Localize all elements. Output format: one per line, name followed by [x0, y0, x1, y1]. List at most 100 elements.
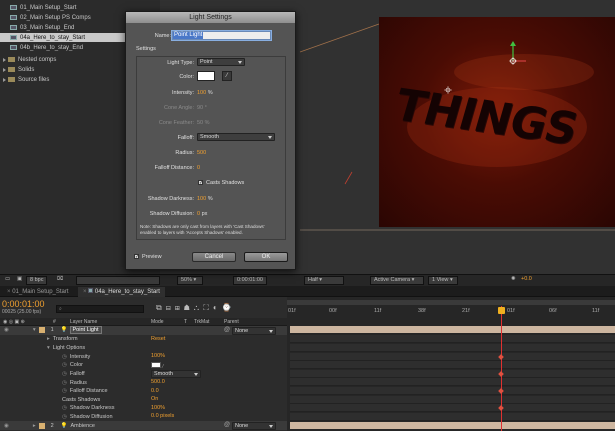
- current-time-indicator[interactable]: [501, 306, 502, 431]
- composition-icon: [10, 5, 17, 10]
- expand-triangle-icon[interactable]: ▾: [47, 345, 50, 351]
- property-row-color[interactable]: ◷ Color: [0, 361, 287, 370]
- property-row-falloff-distance[interactable]: ◷ Falloff Distance: [0, 387, 287, 396]
- resolution-dropdown[interactable]: Half ▾: [304, 276, 344, 285]
- property-row-shadow-diffusion[interactable]: ◷ Shadow Diffusion: [0, 413, 287, 422]
- light-gizmo-icon[interactable]: [500, 40, 530, 70]
- color-label: Color:: [179, 74, 194, 80]
- bpc-button[interactable]: 8 bpc: [26, 276, 48, 285]
- visibility-eye-icon[interactable]: ◉: [4, 327, 9, 333]
- work-area-bar[interactable]: [287, 300, 615, 305]
- property-row-casts-shadows[interactable]: Casts Shadows: [0, 396, 287, 405]
- cancel-button[interactable]: Cancel: [192, 252, 236, 262]
- timeline-search-input[interactable]: ⌕: [56, 305, 144, 313]
- chevron-down-icon: [268, 136, 272, 139]
- timeline-timecode[interactable]: 0:00:01:00: [2, 299, 45, 309]
- zoom-dropdown[interactable]: 50% ▾: [177, 276, 203, 285]
- parent-dropdown[interactable]: None: [232, 327, 276, 335]
- layer-duration-bar[interactable]: [290, 326, 615, 333]
- light-layer-icon: 💡: [60, 327, 68, 334]
- mode-header: Mode: [151, 319, 164, 325]
- property-row-shadow-darkness[interactable]: ◷ Shadow Darkness: [0, 404, 287, 413]
- property-row-falloff[interactable]: ◷ Falloff: [0, 370, 287, 379]
- shadow-diffusion-value[interactable]: 0.0 pixels: [151, 413, 174, 419]
- falloff-dropdown[interactable]: Smooth: [151, 370, 201, 378]
- ok-button[interactable]: OK: [244, 252, 288, 262]
- anchor-point-icon[interactable]: [444, 86, 452, 94]
- cone-feather-value: 50 %: [197, 120, 210, 126]
- camera-dropdown[interactable]: Active Camera ▾: [370, 276, 424, 285]
- stopwatch-icon[interactable]: ◷: [62, 380, 67, 386]
- transform-reset-link[interactable]: Reset: [151, 336, 165, 342]
- color-swatch[interactable]: [197, 71, 215, 81]
- shadow-darkness-value[interactable]: 100 %: [197, 196, 213, 202]
- transform-group-row[interactable]: ▸ Transform: [0, 335, 287, 344]
- casts-shadows-checkbox[interactable]: ✓: [198, 180, 203, 186]
- timeline-tabs: × 01_Main Setup_Start × 04a_Here_to_stay…: [0, 286, 615, 297]
- close-icon[interactable]: ×: [7, 289, 11, 295]
- label-color-swatch[interactable]: [38, 327, 45, 334]
- stopwatch-icon[interactable]: ◷: [62, 388, 67, 394]
- parent-pickwhip-icon[interactable]: @: [224, 327, 230, 333]
- timeline-switches-toolbar[interactable]: ⧉⊟⊞☗⛬⛶◐⌚: [156, 303, 284, 315]
- search-icon: ⌕: [59, 306, 62, 312]
- layer-name-header[interactable]: Layer Name: [70, 319, 97, 325]
- trash-icon[interactable]: ⌧: [54, 276, 66, 285]
- light-options-group-row[interactable]: ▾ Light Options: [0, 344, 287, 353]
- visibility-eye-icon[interactable]: ◉: [4, 423, 9, 429]
- playhead-handle[interactable]: [498, 307, 505, 314]
- light-type-label: Light Type:: [167, 60, 194, 66]
- parent-dropdown[interactable]: None: [232, 422, 276, 430]
- exposure-value[interactable]: +0.0: [518, 276, 535, 285]
- radius-value[interactable]: 500: [197, 150, 206, 156]
- property-track: [290, 387, 615, 395]
- shadow-darkness-value[interactable]: 100%: [151, 405, 165, 411]
- new-folder-icon[interactable]: ▭: [2, 276, 13, 285]
- falloff-distance-value[interactable]: 0.0: [151, 388, 159, 394]
- label-color-swatch[interactable]: [38, 422, 45, 429]
- color-swatch[interactable]: ⁄: [151, 362, 164, 370]
- stopwatch-icon[interactable]: ◷: [62, 405, 67, 411]
- intensity-value[interactable]: 100%: [151, 353, 165, 359]
- light-type-dropdown[interactable]: Point: [197, 58, 245, 66]
- stopwatch-icon[interactable]: ◷: [62, 362, 67, 368]
- property-row-radius[interactable]: ◷ Radius: [0, 378, 287, 387]
- close-icon[interactable]: ×: [83, 289, 87, 295]
- light-settings-dialog: Light Settings Name: Point Light Setting…: [125, 11, 296, 270]
- stopwatch-icon[interactable]: ◷: [62, 371, 67, 377]
- trkmat-header: TrkMat: [194, 319, 210, 325]
- views-dropdown[interactable]: 1 View ▾: [428, 276, 458, 285]
- layer-duration-bar[interactable]: [290, 422, 615, 429]
- expand-triangle-icon[interactable]: [3, 67, 6, 72]
- falloff-distance-value[interactable]: 0: [197, 165, 200, 171]
- preview-checkbox[interactable]: ✓: [134, 254, 139, 260]
- tab-here-to-stay-start[interactable]: × 04a_Here_to_stay_Start: [78, 287, 165, 297]
- layer-name[interactable]: Point Light: [69, 326, 102, 335]
- chevron-down-icon: [194, 373, 198, 376]
- radius-value[interactable]: 500.0: [151, 379, 165, 385]
- new-comp-icon[interactable]: ▣: [14, 276, 25, 285]
- expand-triangle-icon[interactable]: ▾: [33, 327, 36, 333]
- property-row-intensity[interactable]: ◷ Intensity: [0, 353, 287, 362]
- expand-triangle-icon[interactable]: [3, 77, 6, 82]
- chevron-down-icon: [269, 330, 273, 333]
- number-header: #: [53, 319, 56, 325]
- shadow-diffusion-value[interactable]: 0 px: [197, 211, 207, 217]
- stopwatch-icon[interactable]: ◷: [62, 414, 67, 420]
- stopwatch-icon[interactable]: ◷: [62, 354, 67, 360]
- project-scrollbar[interactable]: [76, 276, 160, 285]
- expand-triangle-icon[interactable]: ▸: [33, 423, 36, 429]
- casts-shadows-value[interactable]: On: [151, 396, 158, 402]
- viewer-timecode[interactable]: 0:00:01:00: [233, 276, 267, 285]
- parent-pickwhip-icon[interactable]: @: [224, 422, 230, 428]
- tab-main-setup-start[interactable]: × 01_Main Setup_Start: [2, 287, 74, 297]
- falloff-dropdown[interactable]: Smooth: [197, 133, 275, 141]
- name-field[interactable]: Point Light: [172, 31, 271, 40]
- eyedropper-icon[interactable]: ⁄: [222, 71, 232, 81]
- intensity-value[interactable]: 100 %: [197, 90, 213, 96]
- expand-triangle-icon[interactable]: ▸: [47, 336, 50, 342]
- property-track: [290, 344, 615, 352]
- expand-triangle-icon[interactable]: [3, 57, 6, 62]
- ruler-tick-label: 01f: [288, 308, 296, 314]
- layer-name[interactable]: Ambience: [71, 423, 95, 429]
